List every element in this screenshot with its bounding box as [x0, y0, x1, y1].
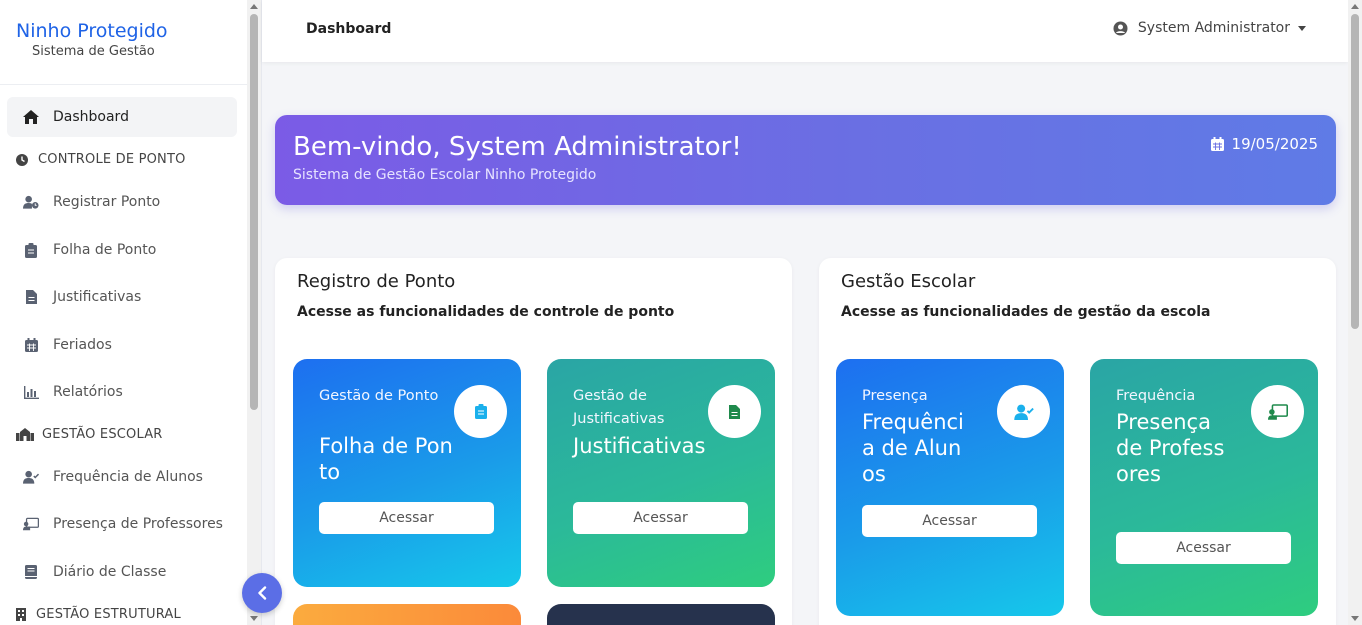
- sidebar-item-presenca-de-professores[interactable]: Presença de Professores: [7, 504, 237, 544]
- sidebar-scrollbar-thumb[interactable]: [250, 14, 258, 410]
- school-icon: [16, 428, 34, 442]
- building-icon: [16, 608, 28, 622]
- sidebar: Ninho Protegido Sistema de Gestão Dashbo…: [0, 0, 262, 625]
- section-controle-de-ponto: CONTROLE DE PONTO: [16, 152, 186, 167]
- panel-subtitle: Acesse as funcionalidades de gestão da e…: [841, 304, 1211, 320]
- collapse-sidebar-button[interactable]: [242, 573, 282, 613]
- card-value: Presença de Professores: [1116, 410, 1225, 486]
- chalkboard-teacher-icon: [1251, 385, 1304, 438]
- card-label: Gestão de Justificativas: [573, 388, 665, 427]
- welcome-subtitle: Sistema de Gestão Escolar Ninho Protegid…: [293, 167, 597, 183]
- acessar-button[interactable]: Acessar: [573, 502, 748, 534]
- current-date: 19/05/2025: [1210, 135, 1318, 153]
- section-gestao-escolar: GESTÃO ESCOLAR: [16, 427, 163, 442]
- sidebar-item-label: Justificativas: [53, 289, 142, 305]
- card-value: Justificativas: [573, 434, 706, 458]
- section-gestao-estrutural: GESTÃO ESTRUTURAL: [16, 607, 181, 622]
- topbar: Dashboard System Administrator: [262, 0, 1348, 62]
- brand-subtitle: Sistema de Gestão: [32, 44, 155, 59]
- section-label: CONTROLE DE PONTO: [38, 152, 186, 167]
- date-value: 19/05/2025: [1231, 135, 1318, 153]
- user-clock-icon: [23, 194, 39, 210]
- scroll-up-arrow-icon[interactable]: [250, 4, 258, 9]
- main-scrollbar-thumb[interactable]: [1351, 14, 1359, 329]
- panel-gestao-escolar: Gestão Escolar Acesse as funcionalidades…: [819, 258, 1336, 625]
- card-value: Frequência de Alunos: [862, 410, 964, 486]
- chalkboard-teacher-icon: [23, 516, 39, 532]
- clipboard-icon: [23, 242, 39, 258]
- calendar-icon: [23, 337, 39, 353]
- chart-bar-icon: [23, 384, 39, 400]
- card-frequencia-de-alunos[interactable]: Presença Frequência de Alunos Acessar: [836, 359, 1064, 616]
- card-label: Presença: [862, 388, 928, 404]
- scroll-down-arrow-icon[interactable]: [1351, 616, 1359, 621]
- home-icon: [23, 109, 39, 125]
- user-menu-dropdown[interactable]: System Administrator: [1113, 20, 1306, 36]
- card-label: Frequência: [1116, 388, 1196, 404]
- card-folha-de-ponto[interactable]: Gestão de Ponto Folha de Ponto Acessar: [293, 359, 521, 587]
- sidebar-item-folha-de-ponto[interactable]: Folha de Ponto: [7, 230, 237, 270]
- clock-icon: [16, 153, 30, 167]
- main-scrollbar[interactable]: [1348, 0, 1362, 625]
- user-name: System Administrator: [1137, 20, 1290, 36]
- card-partial-orange[interactable]: [293, 604, 521, 625]
- user-circle-icon: [1113, 21, 1128, 36]
- card-partial-navy[interactable]: [547, 604, 775, 625]
- panel-title: Registro de Ponto: [297, 271, 456, 292]
- sidebar-item-label: Folha de Ponto: [53, 242, 157, 258]
- sidebar-item-frequencia-de-alunos[interactable]: Frequência de Alunos: [7, 457, 237, 497]
- acessar-button[interactable]: Acessar: [1116, 532, 1291, 564]
- sidebar-scrollbar[interactable]: [247, 0, 261, 625]
- sidebar-item-label: Relatórios: [53, 384, 123, 400]
- sidebar-item-label: Diário de Classe: [53, 564, 167, 580]
- card-justificativas[interactable]: Gestão de Justificativas Justificativas …: [547, 359, 775, 587]
- scroll-down-arrow-icon[interactable]: [250, 616, 258, 621]
- book-icon: [23, 564, 39, 580]
- card-label: Gestão de Ponto: [319, 388, 439, 404]
- panel-subtitle: Acesse as funcionalidades de controle de…: [297, 304, 675, 320]
- section-label: GESTÃO ESCOLAR: [42, 427, 163, 442]
- sidebar-item-label: Registrar Ponto: [53, 194, 161, 210]
- acessar-button[interactable]: Acessar: [862, 505, 1037, 537]
- sidebar-item-diario-de-classe[interactable]: Diário de Classe: [7, 552, 237, 592]
- clipboard-icon: [454, 385, 507, 438]
- panel-registro-de-ponto: Registro de Ponto Acesse as funcionalida…: [275, 258, 792, 625]
- page-title: Dashboard: [306, 21, 392, 37]
- sidebar-item-label: Frequência de Alunos: [53, 469, 203, 485]
- welcome-title: Bem-vindo, System Administrator!: [293, 132, 742, 162]
- sidebar-item-dashboard[interactable]: Dashboard: [7, 97, 237, 137]
- sidebar-item-relatorios[interactable]: Relatórios: [7, 372, 237, 412]
- sidebar-item-label: Feriados: [53, 337, 112, 353]
- chevron-left-icon: [258, 586, 267, 600]
- card-value: Folha de Ponto: [319, 434, 453, 484]
- brand: Ninho Protegido Sistema de Gestão: [0, 0, 261, 85]
- file-icon: [23, 289, 39, 305]
- sidebar-item-label: Presença de Professores: [53, 516, 223, 532]
- panel-title: Gestão Escolar: [841, 271, 976, 292]
- calendar-icon: [1210, 137, 1224, 151]
- card-presenca-de-professores[interactable]: Frequência Presença de Professores Acess…: [1090, 359, 1318, 616]
- user-check-icon: [23, 469, 39, 485]
- scroll-up-arrow-icon[interactable]: [1351, 4, 1359, 9]
- sidebar-item-registrar-ponto[interactable]: Registrar Ponto: [7, 182, 237, 222]
- brand-title[interactable]: Ninho Protegido: [16, 20, 261, 42]
- acessar-button[interactable]: Acessar: [319, 502, 494, 534]
- sidebar-item-label: Dashboard: [53, 109, 129, 125]
- sidebar-item-justificativas[interactable]: Justificativas: [7, 277, 237, 317]
- welcome-banner: Bem-vindo, System Administrator! Sistema…: [275, 115, 1336, 205]
- sidebar-item-feriados[interactable]: Feriados: [7, 325, 237, 365]
- section-label: GESTÃO ESTRUTURAL: [36, 607, 181, 622]
- caret-down-icon: [1298, 25, 1306, 31]
- file-icon: [708, 385, 761, 438]
- user-check-icon: [997, 385, 1050, 438]
